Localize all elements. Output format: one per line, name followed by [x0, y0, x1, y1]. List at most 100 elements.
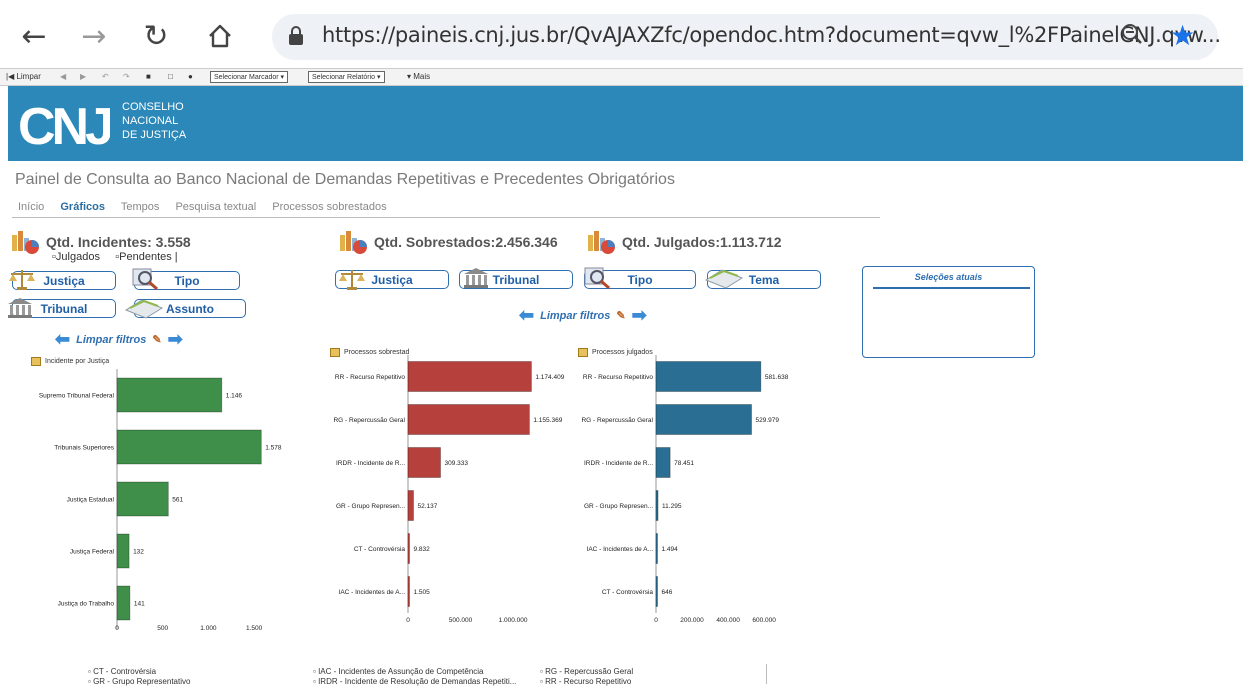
bar[interactable] [655, 404, 752, 435]
marcador-select[interactable]: Selecionar Marcador ▾ [210, 71, 289, 83]
unlock-toolbar-icon[interactable]: □ [168, 72, 173, 81]
svg-text:CNJ: CNJ [18, 98, 110, 148]
documents-icon [124, 296, 164, 319]
bar[interactable] [655, 490, 659, 521]
bookmark-star-icon[interactable]: ★ [1170, 19, 1195, 52]
lock-icon [288, 26, 304, 46]
tab-inicio[interactable]: Início [18, 201, 44, 213]
bar[interactable] [116, 377, 223, 413]
legend-item[interactable]: ▫ GR - Grupo Representativo [88, 677, 190, 687]
forward-arrow-icon[interactable]: → [74, 16, 114, 56]
chart-icon [10, 229, 40, 255]
forward-toolbar-icon[interactable]: ▶ [80, 72, 86, 81]
kpi-sobrestados: Qtd. Sobrestados:2.456.346 [338, 229, 558, 255]
back-toolbar-icon[interactable]: ◀ [60, 72, 66, 81]
arrow-right-icon[interactable]: ➡ [632, 305, 647, 326]
bar[interactable] [407, 533, 410, 564]
legend-col3: ▫ RG - Repercussão Geral ▫ RR - Recurso … [540, 667, 633, 687]
category-label: IAC - Incidentes de A... [339, 589, 406, 596]
bar[interactable] [655, 576, 658, 607]
data-label: 1.505 [414, 589, 431, 596]
bar[interactable] [116, 585, 131, 621]
bar[interactable] [407, 447, 441, 478]
bar[interactable] [655, 361, 762, 392]
category-label: RG - Repercussão Geral [581, 417, 653, 424]
mais-menu[interactable]: ▾ Mais [407, 72, 430, 81]
category-label: IAC - Incidentes de A... [587, 546, 654, 553]
category-label: GR - Grupo Represen... [336, 503, 405, 510]
data-label: 132 [133, 549, 144, 556]
lock-toolbar-icon[interactable]: ■ [146, 72, 151, 81]
bar[interactable] [407, 404, 530, 435]
address-bar[interactable]: https://paineis.cnj.jus.br/QvAJAXZfc/ope… [272, 14, 1221, 60]
arrow-left-icon[interactable]: ⬅ [55, 329, 70, 350]
chart-incidente-por-justica: Supremo Tribunal Federal 1.146 Tribunais S… [39, 369, 282, 632]
bar[interactable] [407, 576, 410, 607]
tick-label: 400.000 [716, 617, 740, 624]
legend-item[interactable]: ▫ RG - Repercussão Geral [540, 667, 633, 677]
tick-label: 1.000 [200, 625, 217, 632]
category-label: Justiça Estadual [67, 497, 115, 504]
tick-label: 600.000 [752, 617, 776, 624]
limpar-toolbar-button[interactable]: |◀ Limpar [6, 72, 41, 81]
limpar-filtros-left[interactable]: ⬅ Limpar filtros ✎ ➡ [55, 329, 183, 350]
legend-item[interactable]: ▫ RR - Recurso Repetitivo [540, 677, 633, 687]
home-icon[interactable] [200, 16, 240, 56]
bar[interactable] [407, 361, 532, 392]
reload-icon[interactable]: ↻ [136, 16, 176, 56]
tab-tempos[interactable]: Tempos [121, 201, 160, 213]
tabs-divider [12, 217, 880, 218]
relatorio-select[interactable]: Selecionar Relatório ▾ [308, 71, 385, 83]
category-label: Tribunais Superiores [54, 445, 114, 452]
bar[interactable] [116, 429, 262, 465]
bar[interactable] [116, 533, 130, 569]
back-arrow-icon[interactable]: ← [14, 16, 54, 56]
check-toolbar-icon[interactable]: ● [188, 72, 193, 81]
pendentes-checkbox[interactable]: ▫Pendentes | [115, 251, 177, 263]
data-label: 646 [662, 589, 673, 596]
legend-item[interactable]: ▫ CT - Controvérsia [88, 667, 190, 677]
eraser-icon: ✎ [616, 310, 626, 322]
category-label: RR - Recurso Repetitivo [335, 374, 405, 381]
chart-icon [338, 229, 368, 255]
legend-divider [766, 664, 767, 684]
arrow-right-icon[interactable]: ➡ [168, 329, 183, 350]
bar[interactable] [655, 447, 671, 478]
qlikview-toolbar: |◀ Limpar ◀ ▶ ↶ ↷ ■ □ ● Selecionar Marca… [0, 68, 1243, 86]
chart-icon [586, 229, 616, 255]
data-label: 1.578 [265, 445, 282, 452]
data-label: 561 [172, 497, 183, 504]
data-label: 52.137 [417, 503, 437, 510]
limpar-filtros-mid[interactable]: ⬅ Limpar filtros ✎ ➡ [519, 305, 647, 326]
undo-icon[interactable]: ↶ [102, 72, 109, 81]
tab-bar: Início Gráficos Tempos Pesquisa textual … [18, 201, 400, 213]
tab-pesquisa-textual[interactable]: Pesquisa textual [175, 201, 256, 213]
tick-label: 1.500 [246, 625, 263, 632]
courthouse-icon [6, 297, 34, 319]
redo-icon[interactable]: ↷ [123, 72, 130, 81]
bar[interactable] [655, 533, 658, 564]
url-text[interactable]: https://paineis.cnj.jus.br/QvAJAXZfc/ope… [322, 23, 1221, 47]
tick-label: 200.000 [680, 617, 704, 624]
zoom-icon[interactable] [1120, 22, 1144, 52]
legend-item[interactable]: ▫ IRDR - Incidente de Resolução de Deman… [313, 677, 516, 687]
tab-processos-sobrestados[interactable]: Processos sobrestados [272, 201, 386, 213]
bar[interactable] [407, 490, 414, 521]
data-label: 309.333 [445, 460, 469, 467]
data-label: 1.146 [226, 393, 243, 400]
tab-graficos[interactable]: Gráficos [60, 201, 105, 213]
category-label: Justiça Federal [70, 549, 115, 556]
org-name: CONSELHO NACIONAL DE JUSTIÇA [122, 101, 187, 141]
page-title: Painel de Consulta ao Banco Nacional de … [15, 171, 675, 188]
arrow-left-icon[interactable]: ⬅ [519, 305, 534, 326]
category-label: RG - Repercussão Geral [333, 417, 405, 424]
bar[interactable] [116, 481, 169, 517]
data-label: 78.451 [674, 460, 694, 467]
legend-item[interactable]: ▫ IAC - Incidentes de Assunção de Compet… [313, 667, 516, 677]
category-label: CT - Controvérsia [354, 546, 406, 553]
tick-label: 500.000 [449, 617, 473, 624]
tick-label: 0 [115, 625, 119, 632]
status-checkboxes: ▫Julgados ▫Pendentes | [52, 251, 178, 263]
julgados-checkbox[interactable]: ▫Julgados [52, 251, 100, 263]
category-label: IRDR - Incidente de R... [584, 460, 653, 467]
